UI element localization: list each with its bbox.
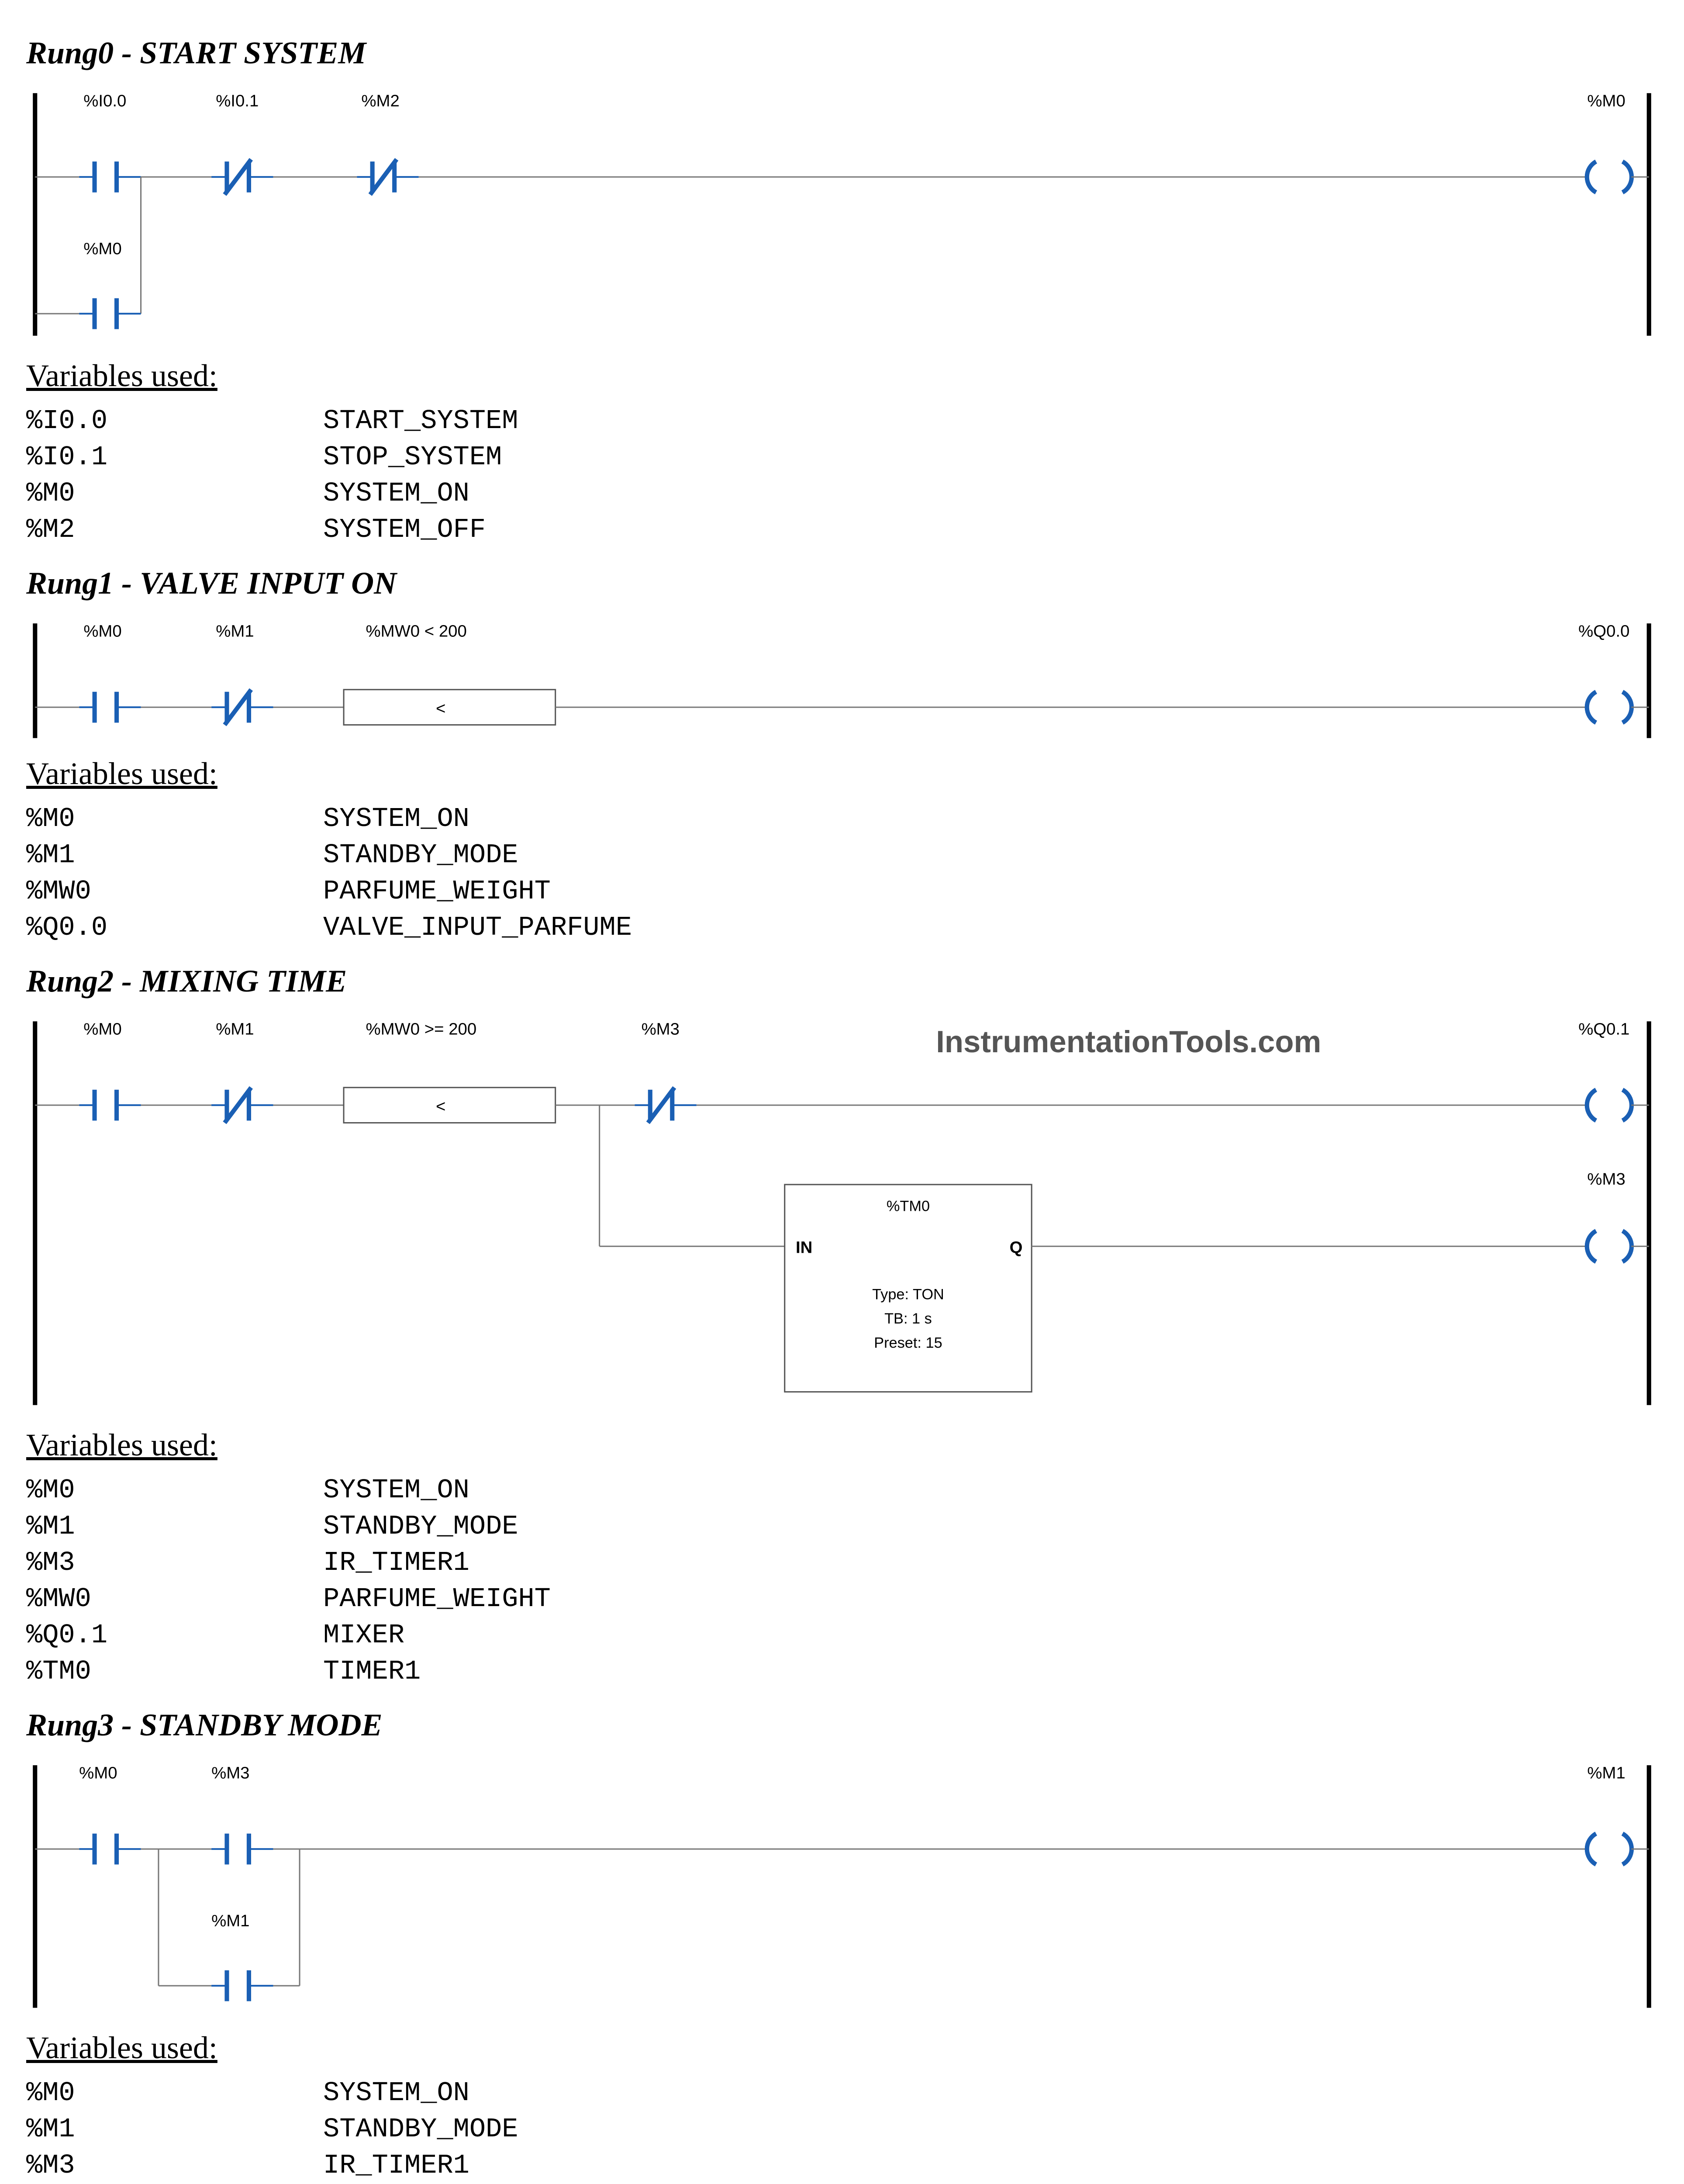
svg-text:%Q0.0: %Q0.0 bbox=[1578, 622, 1629, 640]
svg-text:%M1: %M1 bbox=[211, 1911, 249, 1930]
svg-text:%M0: %M0 bbox=[83, 622, 121, 640]
rung1-title: Rung1 - VALVE INPUT ON bbox=[26, 565, 1658, 601]
rung0-vars-title: Variables used: bbox=[26, 358, 1658, 394]
svg-text:TB: 1 s: TB: 1 s bbox=[884, 1310, 932, 1327]
svg-text:%M0: %M0 bbox=[83, 239, 121, 258]
svg-text:%M0: %M0 bbox=[79, 1763, 117, 1782]
svg-text:%MW0 >= 200: %MW0 >= 200 bbox=[366, 1019, 477, 1038]
svg-text:%MW0 < 200: %MW0 < 200 bbox=[366, 622, 467, 640]
rung3-vars: %M0SYSTEM_ON %M1STANDBY_MODE %M3IR_TIMER… bbox=[26, 2075, 518, 2184]
svg-text:%I0.0: %I0.0 bbox=[83, 92, 126, 111]
svg-text:%M1: %M1 bbox=[1587, 1763, 1625, 1782]
rung1-diagram: %M0 %M1 %MW0 < 200 < %Q0.0 bbox=[26, 610, 1658, 743]
svg-text:Q: Q bbox=[1010, 1238, 1023, 1257]
svg-text:<: < bbox=[436, 699, 445, 718]
rung2-diagram: %M0 %M1 %MW0 >= 200 < %M3 %Q0.1 Instrume… bbox=[26, 1008, 1658, 1414]
svg-text:IN: IN bbox=[796, 1238, 812, 1257]
svg-text:%M1: %M1 bbox=[216, 1019, 254, 1038]
rung2-vars-title: Variables used: bbox=[26, 1427, 1658, 1463]
rung0-diagram: %I0.0 %I0.1 %M2 %M0 %M0 bbox=[26, 80, 1658, 345]
rung0-vars: %I0.0START_SYSTEM %I0.1STOP_SYSTEM %M0SY… bbox=[26, 403, 518, 548]
watermark: InstrumentationTools.com bbox=[936, 1024, 1321, 1059]
svg-text:%M3: %M3 bbox=[211, 1763, 249, 1782]
rung1-vars: %M0SYSTEM_ON %M1STANDBY_MODE %MW0PARFUME… bbox=[26, 801, 632, 946]
svg-text:%M0: %M0 bbox=[83, 1019, 121, 1038]
svg-text:%M3: %M3 bbox=[642, 1019, 680, 1038]
svg-text:<: < bbox=[436, 1097, 445, 1116]
svg-text:Type: TON: Type: TON bbox=[872, 1286, 944, 1303]
svg-text:%Q0.1: %Q0.1 bbox=[1578, 1019, 1629, 1038]
svg-text:%M3: %M3 bbox=[1587, 1170, 1625, 1189]
rung2-title: Rung2 - MIXING TIME bbox=[26, 963, 1658, 999]
rung2-vars: %M0SYSTEM_ON %M1STANDBY_MODE %M3IR_TIMER… bbox=[26, 1472, 551, 1690]
rung3-title: Rung3 - STANDBY MODE bbox=[26, 1707, 1658, 1743]
svg-text:Preset: 15: Preset: 15 bbox=[874, 1334, 942, 1351]
svg-text:%M2: %M2 bbox=[361, 92, 399, 111]
rung0-title: Rung0 - START SYSTEM bbox=[26, 35, 1658, 71]
rung3-diagram: %M0 %M3 %M1 %M1 bbox=[26, 1752, 1658, 2017]
svg-text:%TM0: %TM0 bbox=[887, 1198, 930, 1214]
svg-text:%I0.1: %I0.1 bbox=[216, 92, 259, 111]
rung1-vars-title: Variables used: bbox=[26, 756, 1658, 792]
svg-text:%M0: %M0 bbox=[1587, 92, 1625, 111]
rung3-vars-title: Variables used: bbox=[26, 2030, 1658, 2066]
svg-text:%M1: %M1 bbox=[216, 622, 254, 640]
